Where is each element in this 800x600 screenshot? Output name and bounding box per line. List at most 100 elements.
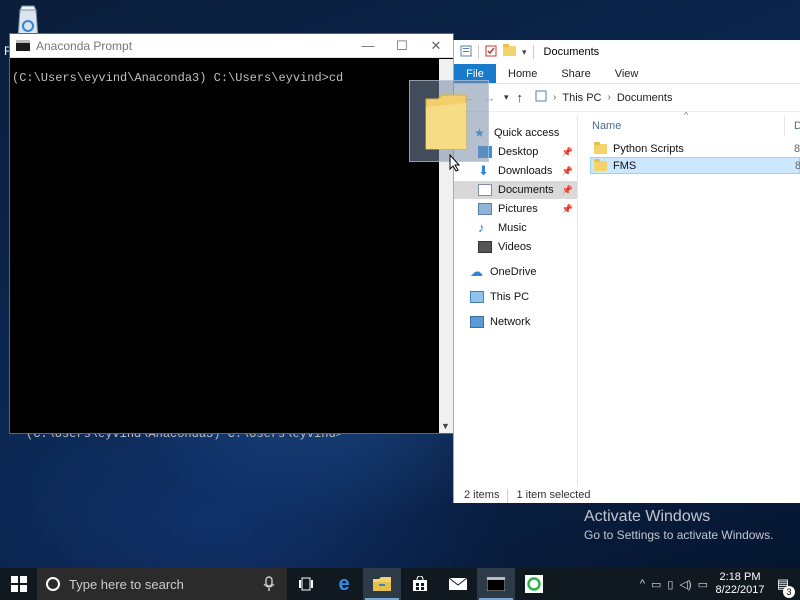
document-icon [478, 184, 492, 196]
pc-icon [535, 90, 547, 105]
mouse-cursor-icon [449, 154, 461, 172]
address-bar: ← → ▾ ↑ › This PC › Documents [454, 84, 800, 112]
speaker-volume-icon[interactable]: ◁) [679, 578, 691, 591]
status-divider [507, 489, 509, 503]
nav-onedrive[interactable]: ☁ OneDrive [454, 263, 577, 281]
customize-dropdown-icon[interactable]: ▾ [522, 47, 527, 58]
file-row-fms[interactable]: FMS 8, [590, 157, 800, 174]
maximize-button[interactable]: ☐ [385, 34, 419, 58]
music-note-icon: ♪ [478, 220, 485, 235]
pin-icon[interactable]: 📌 [562, 147, 573, 158]
microphone-icon[interactable] [263, 576, 275, 592]
mail-envelope-icon [449, 578, 467, 590]
status-bar: 2 items 1 item selected [464, 489, 590, 503]
anaconda-prompt-window[interactable]: Anaconda Prompt — ☐ ✕ (C:\Users\eyvind\A… [9, 33, 454, 434]
nav-music[interactable]: ♪ Music [454, 219, 577, 237]
recent-locations-chevron-icon[interactable]: ▾ [504, 92, 509, 103]
clock[interactable]: 2:18 PM 8/22/2017 [714, 571, 766, 597]
task-view-icon [299, 577, 313, 591]
network-tray-icon[interactable]: ▭ [651, 578, 661, 591]
tab-home[interactable]: Home [496, 64, 549, 83]
checkmark-icon[interactable] [485, 45, 497, 60]
show-hidden-icons-chevron-icon[interactable]: ^ [640, 578, 645, 590]
explorer-titlebar[interactable]: ▾ Documents [454, 40, 800, 64]
green-ring-app-icon [525, 575, 543, 593]
tab-share[interactable]: Share [549, 64, 602, 83]
keyboard-icon[interactable]: ▭ [698, 578, 708, 591]
taskbar-anaconda-prompt[interactable] [477, 568, 515, 600]
pin-icon[interactable]: 📌 [562, 204, 573, 215]
file-explorer-window[interactable]: ▾ Documents File Home Share View ← → ▾ ↑… [453, 40, 800, 503]
nav-network[interactable]: Network [454, 313, 577, 331]
minimize-button[interactable]: — [351, 34, 385, 58]
breadcrumb[interactable]: › This PC › Documents [535, 90, 672, 105]
start-button[interactable] [0, 568, 37, 600]
up-arrow-icon[interactable]: ↑ [517, 90, 524, 105]
dragged-folder-icon [425, 94, 467, 150]
taskbar-file-explorer[interactable] [363, 568, 401, 600]
breadcrumb-separator-icon[interactable]: › [608, 92, 611, 103]
navigation-pane: ★ Quick access Desktop 📌 ⬇ Downloads 📌 D… [454, 116, 578, 486]
video-film-icon [478, 241, 492, 253]
column-header-date[interactable]: D [794, 120, 800, 132]
scroll-down-arrow-icon[interactable]: ▼ [441, 421, 450, 431]
column-headers: ^ Name D [578, 110, 800, 136]
nav-label: Documents [498, 184, 554, 196]
breadcrumb-this-pc[interactable]: This PC [562, 92, 601, 104]
taskbar-edge[interactable]: e [325, 568, 363, 600]
item-count: 2 items [464, 489, 500, 501]
file-name: FMS [613, 159, 637, 172]
battery-icon[interactable]: ▯ [667, 578, 673, 591]
cloud-icon: ☁ [470, 264, 483, 279]
selection-count: 1 item selected [516, 489, 591, 501]
search-placeholder: Type here to search [69, 576, 184, 592]
nav-label: Downloads [498, 165, 553, 177]
nav-label: This PC [490, 291, 530, 303]
drag-preview [409, 80, 489, 162]
column-divider[interactable] [784, 116, 785, 136]
properties-icon[interactable] [460, 45, 472, 60]
close-button[interactable]: ✕ [419, 34, 453, 58]
column-header-name[interactable]: Name [592, 120, 621, 132]
folder-icon [594, 158, 607, 171]
download-arrow-icon: ⬇ [478, 163, 489, 178]
windows-logo-icon [10, 576, 27, 592]
file-name: Python Scripts [613, 142, 684, 155]
nav-downloads[interactable]: ⬇ Downloads 📌 [454, 162, 577, 180]
clock-time: 2:18 PM [719, 571, 761, 583]
nav-this-pc[interactable]: This PC [454, 288, 577, 306]
nav-label: Network [490, 316, 531, 328]
notification-count-badge: 3 [783, 586, 795, 598]
new-folder-icon[interactable] [503, 44, 516, 59]
nav-label: Desktop [498, 146, 539, 158]
tab-view[interactable]: View [603, 64, 651, 83]
pin-icon[interactable]: 📌 [562, 185, 573, 196]
nav-label: Pictures [498, 203, 538, 215]
network-icon [470, 316, 484, 328]
task-view-button[interactable] [287, 568, 325, 600]
action-center-button[interactable]: ▤ 3 [772, 576, 795, 598]
file-row-python-scripts[interactable]: Python Scripts 8, [590, 140, 800, 157]
nav-documents[interactable]: Documents 📌 [454, 181, 577, 199]
breadcrumb-documents[interactable]: Documents [617, 92, 673, 104]
taskbar: Type here to search e ^ ▭ ▯ ◁) ▭ 2:18 PM… [0, 568, 800, 600]
taskbar-store[interactable] [401, 568, 439, 600]
taskbar-app-green-ring[interactable] [515, 568, 553, 600]
activation-title: Activate Windows [584, 508, 711, 525]
folder-icon [594, 141, 607, 154]
taskbar-mail[interactable] [439, 568, 477, 600]
sort-ascending-caret-icon: ^ [684, 110, 689, 120]
nav-videos[interactable]: Videos [454, 238, 577, 256]
breadcrumb-separator-icon[interactable]: › [553, 92, 556, 103]
file-list: ^ Name D Python Scripts 8, FMS 8, [578, 110, 800, 486]
nav-pictures[interactable]: Pictures 📌 [454, 200, 577, 218]
command-prompt-icon [487, 577, 505, 591]
file-date: 8, [794, 142, 800, 155]
cmd-titlebar[interactable]: Anaconda Prompt — ☐ ✕ [10, 34, 453, 58]
search-box[interactable]: Type here to search [37, 568, 287, 600]
activation-subtitle: Go to Settings to activate Windows. [584, 528, 774, 542]
console-output[interactable]: (C:\Users\eyvind\Anaconda3) C:\Users\eyv… [10, 59, 439, 433]
edge-browser-icon: e [338, 572, 350, 595]
pin-icon[interactable]: 📌 [562, 166, 573, 177]
nav-label: Music [498, 222, 527, 234]
